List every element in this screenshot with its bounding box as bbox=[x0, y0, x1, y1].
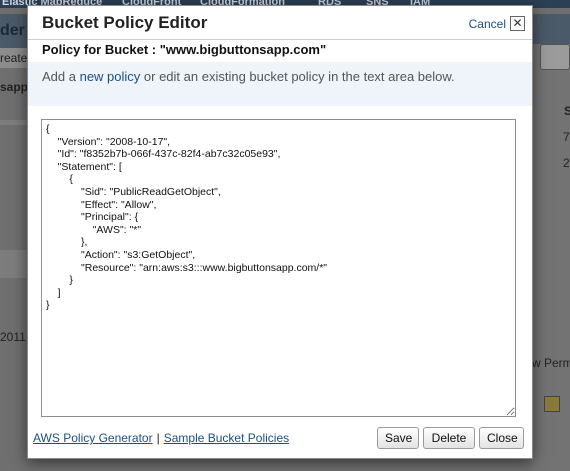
console-title-fragment: der bbox=[0, 22, 25, 39]
column-header-fragment: S bbox=[564, 104, 570, 118]
delete-button[interactable]: Delete bbox=[423, 427, 475, 449]
close-button[interactable]: Close bbox=[479, 427, 524, 449]
close-icon[interactable]: ✕ bbox=[510, 16, 525, 31]
policy-heading: Policy for Bucket : "www.bigbuttonsapp.c… bbox=[42, 42, 327, 57]
background-toolbar-button bbox=[540, 44, 570, 70]
link-separator: | bbox=[156, 431, 160, 445]
date-fragment: 2011 bbox=[0, 330, 26, 344]
bucket-policy-editor-dialog: Bucket Policy Editor Cancel ✕ Policy for… bbox=[27, 5, 533, 459]
aws-policy-generator-link[interactable]: AWS Policy Generator bbox=[33, 431, 153, 445]
bucket-list-fragment: sapp bbox=[0, 80, 29, 94]
footer-links: AWS Policy Generator | Sample Bucket Polic… bbox=[33, 431, 289, 445]
new-policy-link[interactable]: new policy bbox=[80, 69, 141, 84]
sample-bucket-policies-link[interactable]: Sample Bucket Policies bbox=[164, 431, 289, 445]
value-fragment-seven: 7 bbox=[563, 130, 570, 144]
instruction-suffix: or edit an existing bucket policy in the… bbox=[140, 69, 455, 84]
policy-textarea[interactable]: { "Version": "2008-10-17", "Id": "f8352b… bbox=[41, 119, 516, 417]
instruction-text: Add a new policy or edit an existing buc… bbox=[42, 69, 455, 84]
cancel-link[interactable]: Cancel bbox=[469, 17, 506, 31]
dialog-title: Bucket Policy Editor bbox=[42, 13, 208, 32]
permissions-fragment: w Perm bbox=[532, 356, 570, 370]
value-fragment-two: 2 bbox=[563, 156, 570, 170]
dialog-header: Bucket Policy Editor Cancel ✕ bbox=[28, 6, 532, 40]
instruction-prefix: Add a bbox=[42, 69, 80, 84]
create-bucket-fragment: reate bbox=[0, 51, 28, 65]
save-button[interactable]: Save bbox=[377, 427, 419, 449]
properties-icon bbox=[544, 396, 560, 412]
